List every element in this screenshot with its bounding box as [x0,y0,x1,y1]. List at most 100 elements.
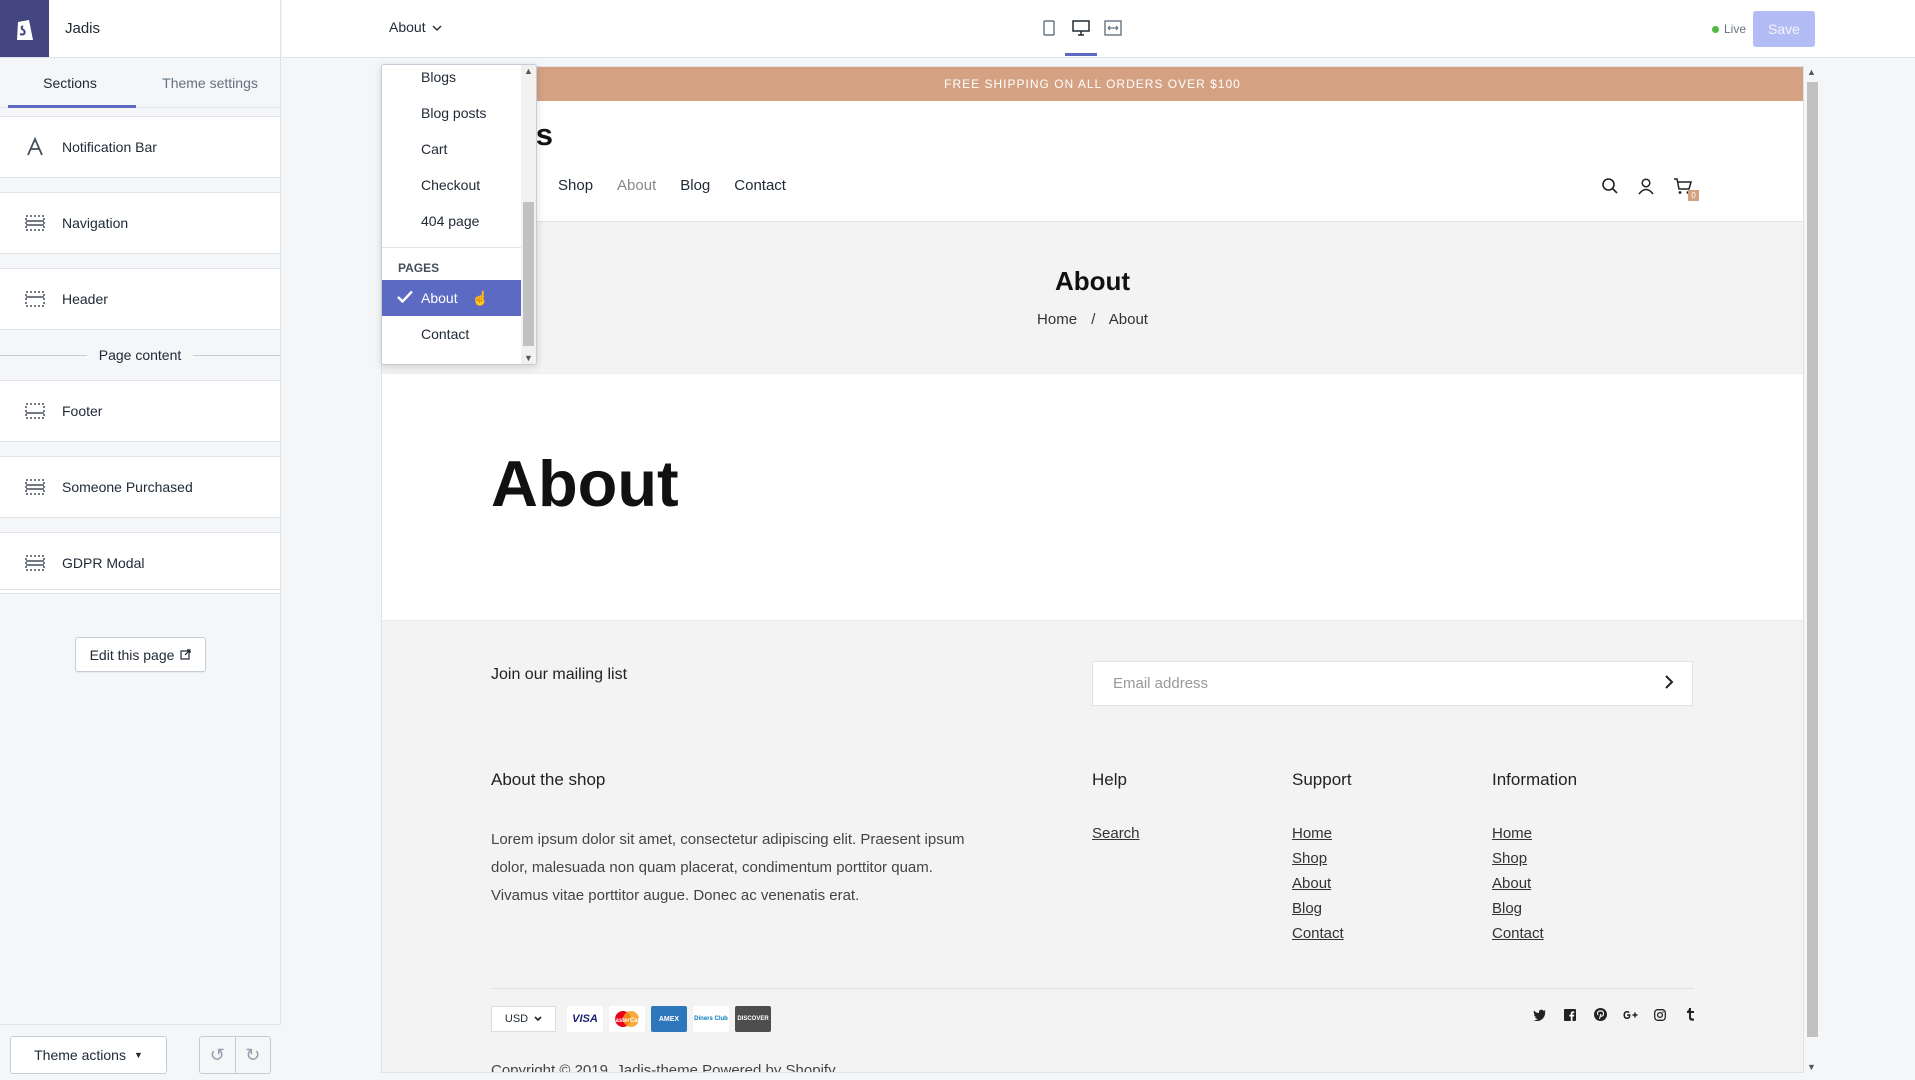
dropdown-group-pages: PAGES [398,261,440,275]
breadcrumb-separator: / [1091,311,1096,328]
section-icon [22,474,48,500]
scroll-down-icon[interactable]: ▼ [1807,1062,1816,1072]
footer-link[interactable]: About [1292,871,1344,896]
fullscreen-view-icon[interactable] [1103,18,1123,38]
section-navigation[interactable]: Navigation [0,192,280,254]
redo-icon[interactable]: ↻ [236,1037,271,1073]
currency-label: USD [504,1013,529,1025]
section-icon [22,398,48,424]
information-links: Home Shop About Blog Contact [1492,821,1544,946]
footer-link[interactable]: Contact [1492,921,1544,946]
footer-link[interactable]: Blog [1492,896,1544,921]
email-placeholder: Email address [1113,675,1209,692]
shopify-logo-icon[interactable] [0,0,49,57]
section-label: Notification Bar [62,139,157,155]
scroll-up-icon[interactable]: ▲ [524,66,533,76]
facebook-icon[interactable] [1561,1008,1579,1024]
footer-link[interactable]: About [1492,871,1544,896]
google-plus-icon[interactable] [1621,1008,1639,1024]
tumblr-icon[interactable] [1681,1008,1699,1024]
cart-count-badge: 0 [1688,190,1699,201]
nav-item-contact[interactable]: Contact [734,177,786,194]
edit-this-page-button[interactable]: Edit this page [75,637,206,672]
footer-link[interactable]: Blog [1292,896,1344,921]
save-button[interactable]: Save [1753,11,1815,47]
dropdown-item-checkout[interactable]: Checkout [382,167,523,203]
chevron-down-icon [432,19,442,35]
section-footer[interactable]: Footer [0,380,280,442]
support-links: Home Shop About Blog Contact [1292,821,1344,946]
scroll-down-icon[interactable]: ▼ [524,353,533,363]
sidebar-tabs: Sections Theme settings [0,58,280,108]
email-field[interactable]: Email address [1092,661,1693,706]
preview-scrollbar[interactable]: ▲ ▼ [1804,66,1820,1073]
dropdown-scrollbar[interactable]: ▲ ▼ [521,65,536,364]
dropdown-divider [382,247,523,248]
storefront-preview: FREE SHIPPING ON ALL ORDERS OVER $100 ad… [381,66,1804,1073]
live-dot-icon [1712,25,1719,33]
page-selector[interactable]: About [389,19,442,35]
scrollbar-thumb[interactable] [1807,82,1818,1037]
chevron-down-icon [534,1013,542,1025]
nav-item-shop[interactable]: Shop [558,177,593,194]
dropdown-item-blogs[interactable]: Blogs [382,65,523,95]
undo-icon[interactable]: ↺ [200,1037,236,1073]
information-title: Information [1492,770,1578,789]
footer-link[interactable]: Shop [1292,846,1344,871]
instagram-icon[interactable] [1651,1008,1669,1024]
tab-sections[interactable]: Sections [0,58,140,108]
account-icon[interactable] [1637,177,1657,197]
dropdown-item-blog-posts[interactable]: Blog posts [382,95,523,131]
theme-actions-label: Theme actions [34,1047,126,1063]
twitter-icon[interactable] [1531,1008,1549,1024]
visa-icon: VISA [567,1006,603,1032]
section-label: Header [62,291,108,307]
dropdown-scrollbar-thumb[interactable] [523,202,534,346]
section-someone-purchased[interactable]: Someone Purchased [0,456,280,518]
sidebar-divider [0,589,281,590]
nav-item-blog[interactable]: Blog [680,177,710,194]
dropdown-item-contact[interactable]: Contact [382,316,523,352]
footer-link[interactable]: Shop [1492,846,1544,871]
breadcrumb-home[interactable]: Home [1037,311,1077,328]
amex-icon: AMEX [651,1006,687,1032]
footer-link[interactable]: Home [1292,821,1344,846]
footer-link[interactable]: Search [1092,821,1140,846]
currency-selector[interactable]: USD [491,1006,556,1032]
section-label: Navigation [62,215,129,231]
theme-actions-button[interactable]: Theme actions ▼ [10,1036,167,1074]
section-notification-bar[interactable]: Notification Bar [0,116,280,178]
scroll-up-icon[interactable]: ▲ [1807,67,1816,77]
footer-link[interactable]: Home [1492,821,1544,846]
live-status: Live [1712,22,1746,36]
about-shop-title: About the shop [491,770,606,789]
desktop-view-icon[interactable] [1065,18,1097,56]
topbar: About Live Save [282,0,1915,58]
about-shop-text: Lorem ipsum dolor sit amet, consectetur … [491,831,965,904]
edit-page-label: Edit this page [89,646,175,663]
section-label: Someone Purchased [62,479,193,495]
nav-item-about[interactable]: About [617,177,656,194]
mobile-view-icon[interactable] [1039,18,1059,38]
section-header[interactable]: Header [0,268,280,330]
chevron-right-icon[interactable] [1665,675,1674,694]
live-label: Live [1724,22,1747,36]
help-links: Search [1092,821,1140,846]
section-gdpr-modal[interactable]: GDPR Modal [0,532,280,594]
hero-title: About [1054,266,1131,296]
footer-link[interactable]: Contact [1292,921,1344,946]
cart-icon[interactable]: 0 [1673,177,1699,201]
tab-theme-settings[interactable]: Theme settings [140,58,280,107]
search-icon[interactable] [1601,177,1621,197]
page-dropdown: Blogs Blog posts Cart Checkout 404 page … [381,64,537,365]
dropdown-item-cart[interactable]: Cart [382,131,523,167]
dropdown-item-about[interactable]: About ☝ [382,280,523,316]
checkmark-icon [397,290,421,306]
page-title: About [491,447,679,520]
cursor-pointer-icon: ☝ [471,289,490,306]
section-label: Footer [62,403,103,419]
pinterest-icon[interactable] [1591,1008,1609,1024]
dropdown-item-404[interactable]: 404 page [382,203,523,239]
support-title: Support [1292,770,1352,789]
copyright-text: Copyright © 2019, Jadis-theme Powered by… [491,1062,836,1073]
